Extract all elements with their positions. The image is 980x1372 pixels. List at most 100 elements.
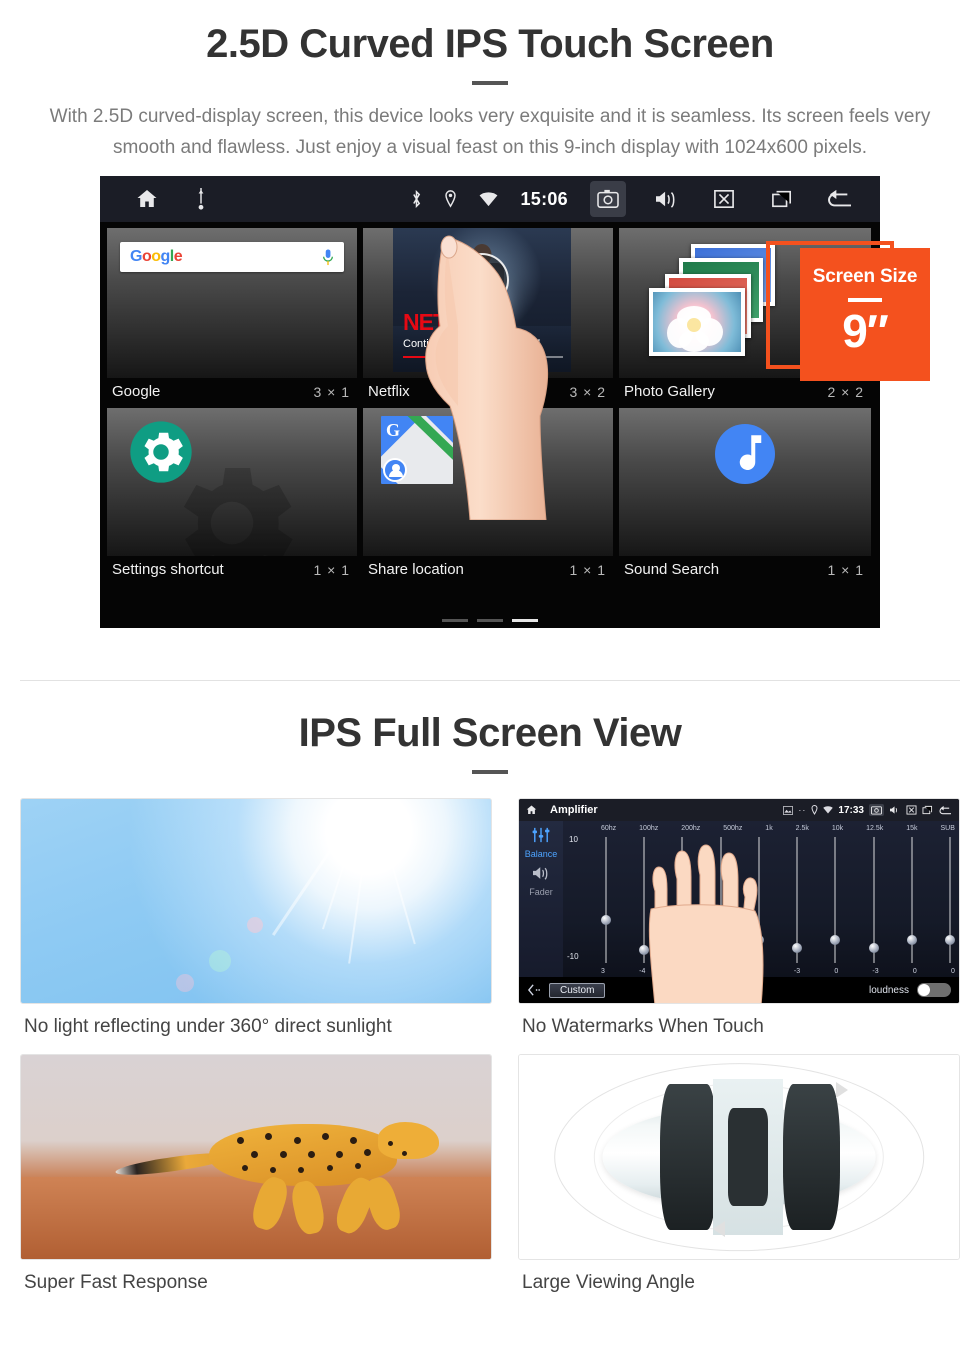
status-bar: 15:06 [100, 176, 880, 222]
usb-icon[interactable] [194, 188, 208, 210]
preset-button[interactable]: Custom [549, 982, 606, 998]
eq-band-label: 10k [831, 825, 844, 832]
section-curved-screen: 2.5D Curved IPS Touch Screen With 2.5D c… [0, 0, 980, 681]
widget-row-top: Google Google 3 × 1 NETFLIX Continue Mar… [107, 228, 873, 408]
netflix-card: NETFLIX Continue Marvel's Daredevil [393, 228, 571, 372]
widget-netflix-preview[interactable]: NETFLIX Continue Marvel's Daredevil [363, 228, 613, 378]
amp-fader-label[interactable]: Fader [529, 887, 553, 897]
widget-sound-search-preview[interactable] [619, 408, 871, 556]
netflix-subtitle: Continue Marvel's Daredevil [403, 338, 541, 350]
page-dot[interactable] [477, 619, 503, 622]
netflix-wordmark: NETFLIX [403, 309, 493, 335]
eq-scale-bottom: -10 [567, 952, 579, 961]
eq-band-label: 15k [906, 825, 918, 832]
volume-icon[interactable] [648, 181, 684, 217]
wifi-icon [479, 191, 498, 207]
page-dot-active[interactable] [512, 619, 538, 622]
widget-settings-preview[interactable] [107, 408, 357, 556]
section2-title-underline [472, 770, 508, 774]
card-caption: Super Fast Response [24, 1272, 208, 1293]
volume-icon[interactable] [889, 805, 901, 815]
feature-card-grid: No light reflecting under 360° direct su… [20, 798, 960, 1310]
widget-share-location-preview[interactable]: G [363, 408, 613, 556]
widget-google-preview[interactable]: Google [107, 228, 357, 378]
page-indicator[interactable] [442, 619, 538, 622]
play-icon[interactable] [455, 253, 509, 307]
section2-title: IPS Full Screen View [298, 711, 682, 755]
eq-value: 0 [912, 968, 917, 975]
google-maps-icon[interactable]: G [381, 416, 453, 484]
section-description: With 2.5D curved-display screen, this de… [49, 106, 931, 158]
badge-underline [848, 298, 882, 302]
home-icon[interactable] [134, 187, 160, 211]
sliders-icon[interactable] [531, 827, 551, 843]
location-icon [444, 190, 457, 208]
back-icon[interactable] [938, 805, 953, 816]
widget-google[interactable]: Google Google 3 × 1 [107, 228, 357, 408]
eq-scale-top: 10 [569, 835, 578, 844]
eq-slider[interactable] [868, 837, 879, 963]
section-divider [20, 680, 960, 681]
card-caption: No light reflecting under 360° direct su… [24, 1016, 392, 1037]
page-root: 2.5D Curved IPS Touch Screen With 2.5D c… [0, 0, 980, 1372]
eq-slider[interactable] [601, 837, 611, 963]
amp-balance-label[interactable]: Balance [525, 849, 558, 859]
widget-netflix-label: Netflix 3 × 2 [363, 378, 613, 408]
person-pin-icon [383, 458, 407, 482]
widget-name: Settings shortcut [112, 561, 224, 578]
widget-netflix[interactable]: NETFLIX Continue Marvel's Daredevil Netf… [363, 228, 613, 408]
eq-slider[interactable] [792, 837, 803, 963]
eq-slider[interactable] [906, 837, 917, 963]
gear-icon[interactable] [129, 420, 193, 484]
eq-slider[interactable] [830, 837, 841, 963]
card-amplifier: Amplifier ·· 17:33 Balance Fader 60hz 10… [518, 798, 960, 1054]
screen-size-badge: Screen Size 9″ [800, 248, 930, 381]
widget-size: 3 × 2 [569, 383, 606, 400]
widget-picker-grid: Google Google 3 × 1 NETFLIX Continue Mar… [100, 222, 880, 628]
microphone-icon[interactable] [322, 248, 334, 266]
widget-settings-label: Settings shortcut 1 × 1 [107, 556, 357, 586]
widget-photo-gallery-label: Photo Gallery 2 × 2 [619, 378, 871, 408]
close-box-icon[interactable] [706, 181, 742, 217]
widget-share-location[interactable]: G Share location 1 × 1 [363, 408, 613, 586]
eq-value: -3 [793, 968, 801, 975]
recents-icon[interactable] [764, 181, 800, 217]
screen-size-value: 9″ [842, 305, 889, 357]
card-cheetah: Super Fast Response [20, 1054, 492, 1310]
sunlight-photo [20, 798, 492, 1004]
card-caption: No Watermarks When Touch [522, 1016, 764, 1037]
widget-settings-shortcut[interactable]: Settings shortcut 1 × 1 [107, 408, 357, 586]
widget-size: 1 × 1 [569, 561, 606, 578]
eq-slider[interactable] [944, 837, 955, 963]
screen-size-label: Screen Size [812, 266, 918, 287]
flower-photo [649, 288, 745, 356]
widget-size: 1 × 1 [313, 561, 350, 578]
amp-status-icons: ·· 17:33 [783, 804, 953, 816]
page-title: 2.5D Curved IPS Touch Screen [206, 22, 774, 66]
loudness-toggle[interactable] [917, 983, 951, 997]
page-dot[interactable] [442, 619, 468, 622]
eq-band-label: SUB [940, 825, 955, 832]
photo-stack [647, 244, 777, 360]
widget-size: 2 × 2 [827, 383, 864, 400]
amp-time: 17:33 [838, 804, 864, 816]
back-icon[interactable] [822, 181, 858, 217]
search-input[interactable]: Google [120, 242, 344, 272]
home-icon[interactable] [525, 804, 538, 816]
amp-status-bar: Amplifier ·· 17:33 [519, 799, 959, 821]
camera-icon[interactable] [590, 181, 626, 217]
close-box-icon[interactable] [906, 805, 917, 815]
widget-sound-search[interactable]: Sound Search 1 × 1 [619, 408, 871, 586]
recents-icon[interactable] [922, 805, 933, 815]
status-time: 15:06 [520, 188, 568, 209]
android-device-screenshot: 15:06 Google Google 3 × 1 NETFLIX Contin… [100, 176, 880, 628]
eq-band-label: 60hz [601, 825, 617, 832]
speaker-icon[interactable] [531, 865, 551, 881]
music-note-icon[interactable] [715, 424, 775, 484]
eq-value: -3 [872, 968, 879, 975]
chevron-left-icon[interactable] [527, 984, 541, 996]
camera-icon[interactable] [869, 804, 884, 816]
google-logo: Google [130, 248, 183, 265]
widget-name: Share location [368, 561, 464, 578]
widget-row-bottom: Settings shortcut 1 × 1 G Share location… [107, 408, 873, 586]
